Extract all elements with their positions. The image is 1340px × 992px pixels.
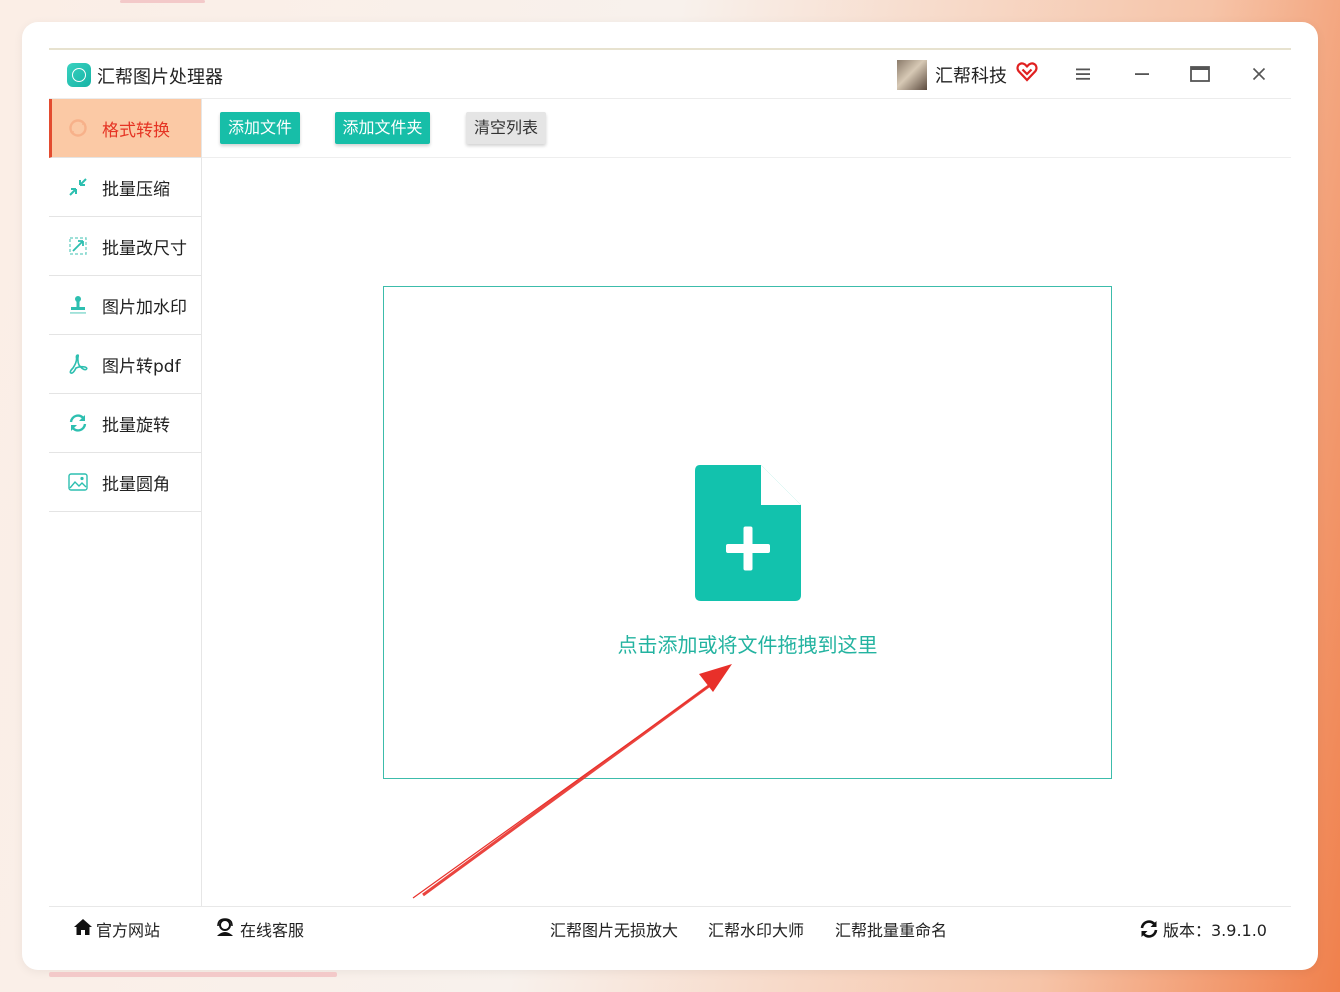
footer: 官方网站 在线客服 汇帮图片无损放大 汇帮水印大师 汇帮批量重命名 版本：3.9…	[49, 906, 1291, 947]
add-file-button[interactable]: 添加文件	[220, 112, 300, 144]
user-name[interactable]: 汇帮科技	[935, 62, 1007, 88]
sidebar-item-label: 批量压缩	[102, 180, 170, 200]
toolbar: 添加文件 添加文件夹 清空列表	[202, 99, 1291, 158]
compress-icon	[69, 178, 87, 196]
official-website-link[interactable]: 官方网站	[96, 917, 160, 941]
rotate-icon	[69, 414, 87, 432]
sidebar-item-watermark[interactable]: 图片加水印	[49, 276, 201, 335]
refresh-icon[interactable]	[1139, 919, 1159, 939]
sidebar-item-label: 图片加水印	[102, 298, 187, 318]
close-icon[interactable]	[1249, 64, 1269, 84]
rounded-corner-image-icon	[68, 473, 88, 491]
customer-service-icon	[217, 918, 233, 936]
background-decoration	[120, 0, 205, 3]
format-convert-icon	[69, 119, 87, 137]
avatar[interactable]	[897, 60, 927, 90]
app-title: 汇帮图片处理器	[97, 67, 223, 88]
footer-link-upscale[interactable]: 汇帮图片无损放大	[550, 917, 678, 941]
footer-link-rename[interactable]: 汇帮批量重命名	[835, 917, 947, 941]
resize-icon	[69, 237, 87, 255]
background-decoration	[49, 972, 337, 977]
sidebar-item-label: 图片转pdf	[102, 357, 181, 377]
title-bar: 汇帮图片处理器 汇帮科技	[49, 50, 1291, 99]
annotation-arrow	[412, 664, 732, 899]
maximize-icon[interactable]	[1189, 64, 1211, 84]
app-window: 汇帮图片处理器 汇帮科技 格式转换 批量压缩 批量改尺寸 图片加水印 图片转pd…	[49, 48, 1291, 946]
sidebar-item-rounded[interactable]: 批量圆角	[49, 453, 201, 512]
file-add-icon	[695, 465, 801, 601]
sidebar-item-pdf[interactable]: 图片转pdf	[49, 335, 201, 394]
vip-heart-icon[interactable]	[1016, 61, 1038, 83]
home-icon	[74, 919, 92, 935]
hamburger-menu-icon[interactable]	[1073, 64, 1093, 84]
sidebar-item-label: 格式转换	[102, 121, 170, 141]
add-folder-button[interactable]: 添加文件夹	[335, 112, 430, 144]
minimize-icon[interactable]	[1132, 64, 1152, 84]
sidebar-item-label: 批量旋转	[102, 416, 170, 436]
clear-list-button[interactable]: 清空列表	[466, 112, 546, 144]
sidebar-item-label: 批量圆角	[102, 475, 170, 495]
sidebar-item-format-convert[interactable]: 格式转换	[49, 99, 201, 158]
sidebar-item-rotate[interactable]: 批量旋转	[49, 394, 201, 453]
sidebar-item-resize[interactable]: 批量改尺寸	[49, 217, 201, 276]
sidebar: 格式转换 批量压缩 批量改尺寸 图片加水印 图片转pdf 批量旋转 批量圆角	[49, 99, 202, 906]
watermark-stamp-icon	[70, 296, 86, 314]
pdf-icon	[69, 354, 88, 374]
sidebar-item-compress[interactable]: 批量压缩	[49, 158, 201, 217]
sidebar-item-label: 批量改尺寸	[102, 239, 187, 259]
version-label: 版本：3.9.1.0	[1163, 921, 1267, 940]
online-support-link[interactable]: 在线客服	[240, 917, 304, 941]
footer-link-watermark[interactable]: 汇帮水印大师	[708, 917, 804, 941]
app-logo-icon	[67, 63, 91, 87]
